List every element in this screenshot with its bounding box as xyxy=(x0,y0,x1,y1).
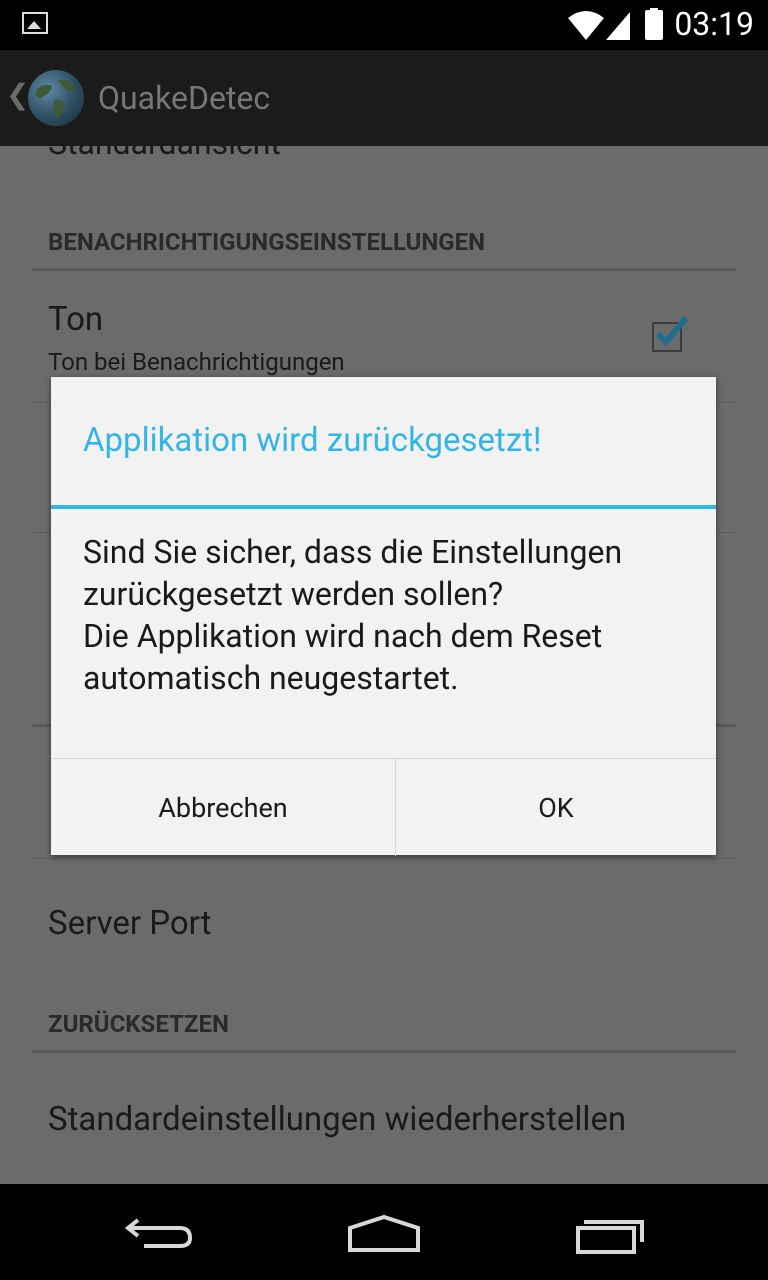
checkmark-icon xyxy=(655,316,689,347)
cancel-button[interactable]: Abbrechen xyxy=(51,759,396,856)
clock: 03:19 xyxy=(674,5,754,43)
wifi-icon xyxy=(568,11,604,40)
app-logo-globe-icon[interactable] xyxy=(28,70,84,126)
status-bar: 03:19 xyxy=(0,0,768,50)
back-nav-icon[interactable] xyxy=(124,1214,196,1250)
recent-apps-nav-icon[interactable] xyxy=(574,1216,646,1256)
up-caret-icon[interactable]: ❮ xyxy=(6,80,29,110)
settings-item-restore-defaults[interactable]: Standardeinstellungen wiederherstellen xyxy=(48,1100,626,1139)
dialog-button-bar: Abbrechen OK xyxy=(51,758,716,856)
section-header-notifications: BENACHRICHTIGUNGSEINSTELLUNGEN xyxy=(48,228,486,256)
dialog-message: Sind Sie sicher, dass die Einstellungen … xyxy=(83,533,623,697)
app-title: QuakeDetec xyxy=(98,79,271,117)
tone-title: Ton xyxy=(48,300,104,339)
settings-item-standard-view[interactable]: Standardansicht xyxy=(48,146,281,162)
action-bar: ❮ QuakeDetec xyxy=(0,50,768,146)
navigation-bar xyxy=(0,1184,768,1280)
status-icons xyxy=(568,8,663,40)
dialog-title: Applikation wird zurückgesetzt! xyxy=(83,421,542,460)
section-divider xyxy=(32,1050,736,1053)
signal-icon xyxy=(606,12,630,40)
reset-confirm-dialog: Applikation wird zurückgesetzt! Sind Sie… xyxy=(51,377,716,856)
section-header-reset: ZURÜCKSETZEN xyxy=(48,1010,229,1038)
item-divider xyxy=(32,858,736,859)
tone-summary: Ton bei Benachrichtigungen xyxy=(48,348,345,376)
tone-checkbox[interactable] xyxy=(652,316,689,352)
image-notification-icon xyxy=(22,12,48,34)
section-divider xyxy=(32,268,736,271)
settings-item-server-port[interactable]: Server Port xyxy=(48,904,211,943)
ok-button[interactable]: OK xyxy=(396,759,716,856)
battery-icon xyxy=(645,8,663,40)
dialog-title-divider xyxy=(51,505,716,509)
home-nav-icon[interactable] xyxy=(346,1214,422,1254)
